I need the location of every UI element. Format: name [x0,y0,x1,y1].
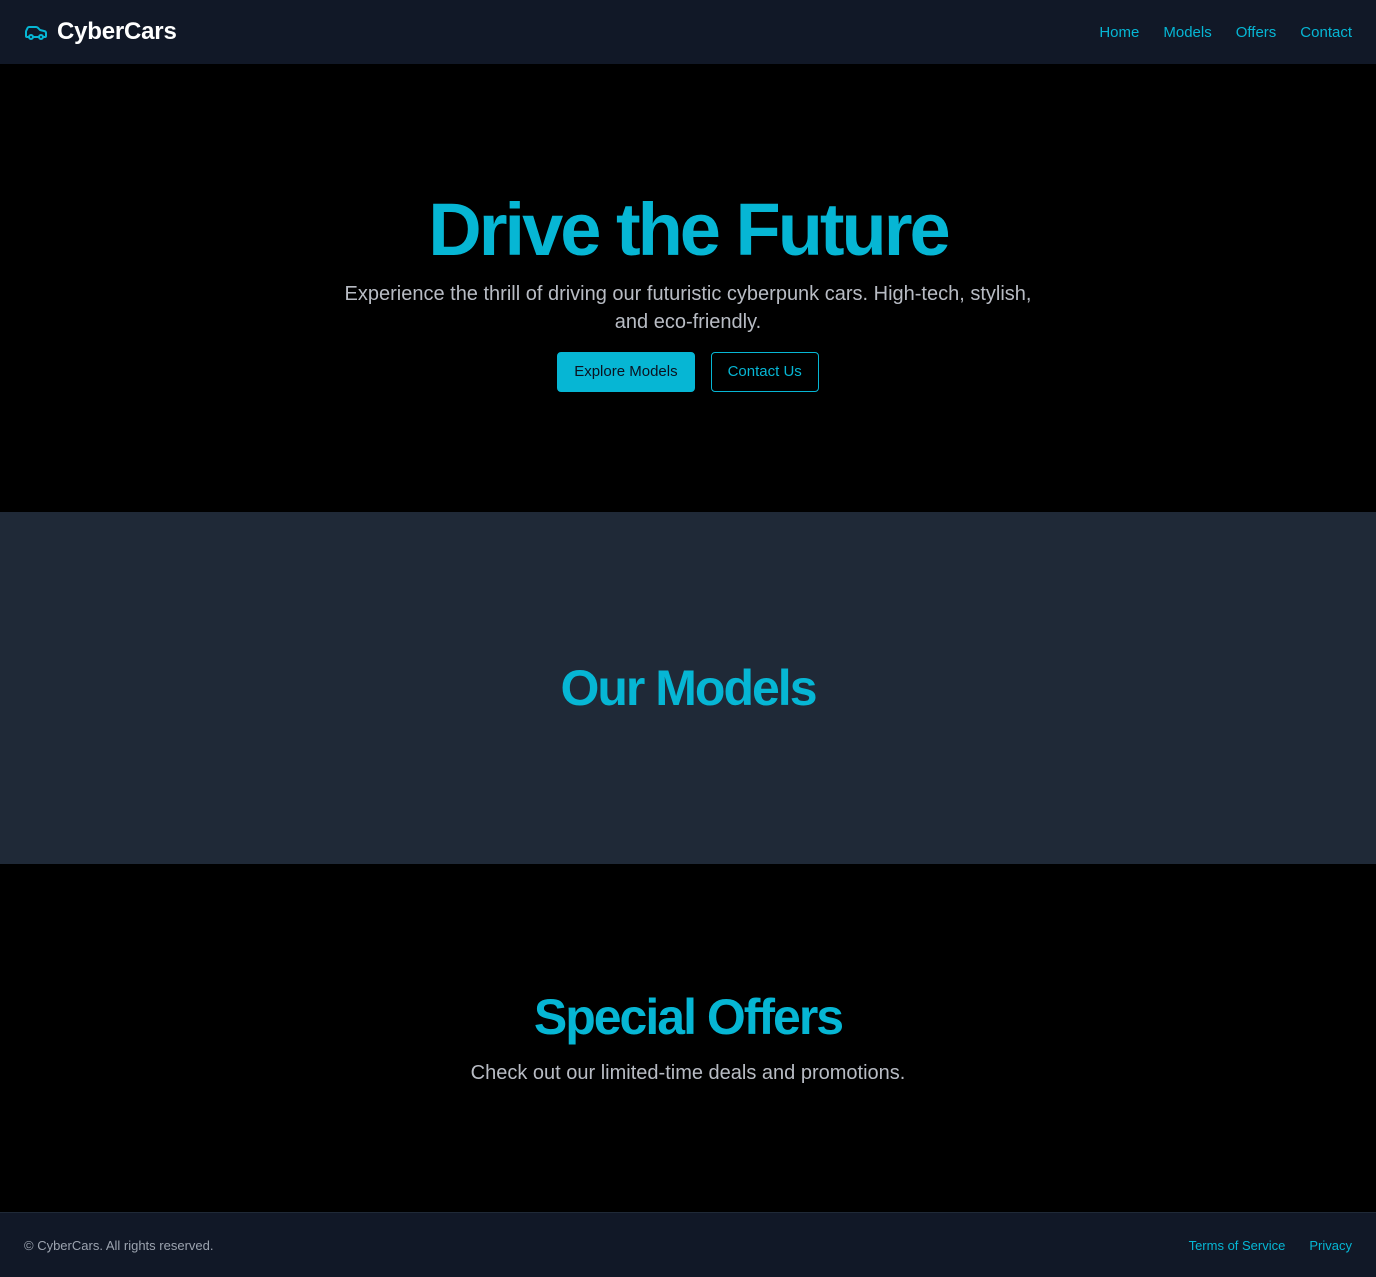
hero-title: Drive the Future [428,187,950,271]
hero-buttons: Explore Models Contact Us [557,351,819,392]
footer-links: Terms of Service Privacy [1189,1238,1352,1253]
offers-subtitle: Check out our limited-time deals and pro… [470,1061,906,1084]
car-icon [24,20,48,44]
site-header: CyberCars Home Models Offers Contact [0,0,1376,64]
models-title: Our Models [560,660,817,716]
main-nav: Home Models Offers Contact [1099,24,1352,41]
offers-title: Special Offers [533,988,844,1045]
nav-link-contact[interactable]: Contact [1300,24,1352,41]
privacy-link[interactable]: Privacy [1309,1238,1352,1253]
site-footer: © CyberCars. All rights reserved. Terms … [0,1212,1376,1277]
hero-section: Drive the Future Experience the thrill o… [0,64,1376,512]
contact-us-button[interactable]: Contact Us [710,351,819,392]
offers-section: Special Offers Check out our limited-tim… [0,864,1376,1212]
brand[interactable]: CyberCars [24,18,177,46]
nav-link-offers[interactable]: Offers [1236,24,1277,41]
copyright-text: © CyberCars. All rights reserved. [24,1237,214,1253]
nav-link-home[interactable]: Home [1099,24,1139,41]
models-section: Our Models [0,512,1376,864]
explore-models-button[interactable]: Explore Models [557,351,695,392]
hero-subtitle: Experience the thrill of driving our fut… [344,282,1032,333]
terms-of-service-link[interactable]: Terms of Service [1189,1238,1286,1253]
brand-name: CyberCars [57,18,177,45]
nav-link-models[interactable]: Models [1163,24,1211,41]
